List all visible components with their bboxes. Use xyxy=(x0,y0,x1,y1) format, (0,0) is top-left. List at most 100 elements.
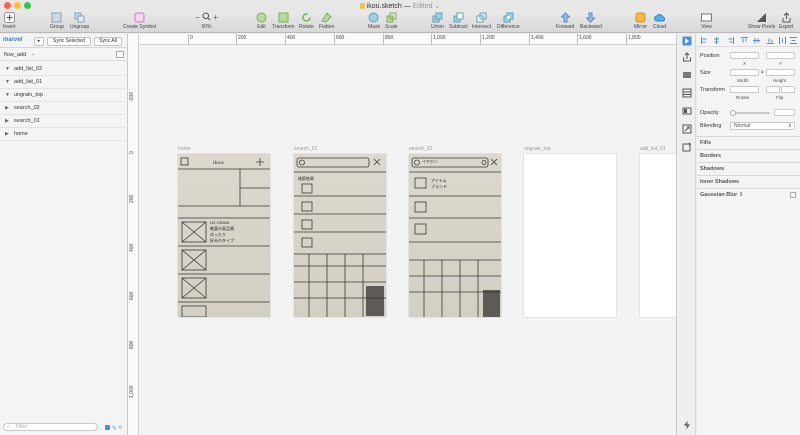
rotate-button[interactable]: Rotate xyxy=(299,12,314,30)
layout-icon[interactable] xyxy=(682,88,692,98)
artboard-search-01[interactable]: 検索結果 xyxy=(294,154,386,317)
fills-section[interactable]: Fills xyxy=(697,136,800,148)
paper-sketch: 検索結果 xyxy=(294,154,386,317)
toolbar: Insert Group Ungroup Create Symbol − + 5… xyxy=(0,11,800,33)
chevron-down-icon: ⌄ xyxy=(432,3,441,10)
zoom-in-button[interactable]: + xyxy=(213,13,218,22)
artboard-title[interactable]: search_01 xyxy=(294,146,317,152)
width-input[interactable] xyxy=(730,69,759,76)
shadows-section[interactable]: Shadows xyxy=(697,162,800,174)
align-center-icon[interactable] xyxy=(713,37,720,44)
paper-sketch: ikou UV GRAIN 軽量の高品質 ゆったり 好みのタイプ xyxy=(178,154,270,317)
device-icon[interactable] xyxy=(682,70,692,80)
disclosure-collapsed-icon[interactable]: ▶ xyxy=(5,115,9,127)
align-left-icon[interactable] xyxy=(701,37,708,44)
ungroup-button[interactable]: Ungroup xyxy=(70,12,89,30)
artboard-title[interactable]: add_list_01 xyxy=(640,146,666,152)
artboard-title[interactable]: ungrain_top xyxy=(524,146,550,152)
artboard-title[interactable]: home xyxy=(178,146,191,152)
share-icon[interactable] xyxy=(682,52,692,62)
union-button[interactable]: Union xyxy=(431,12,444,30)
inner-shadows-section[interactable]: Inner Shadows xyxy=(697,175,800,187)
sketch-app: ikou.sketch — Edited ⌄ Insert Group Ungr… xyxy=(0,0,800,435)
insert-button[interactable]: Insert xyxy=(3,12,16,30)
artboard-search-02[interactable]: イヤホン アイテム ブランド xyxy=(409,154,501,317)
position-y-input[interactable] xyxy=(766,52,795,59)
height-input[interactable] xyxy=(766,69,795,76)
backward-button[interactable]: Backward xyxy=(580,12,602,30)
sync-selected-button[interactable]: Sync Selected xyxy=(47,37,91,46)
lightning-icon[interactable] xyxy=(682,420,692,430)
disclosure-expanded-icon[interactable]: ▼ xyxy=(5,76,10,88)
expand-icon[interactable] xyxy=(682,124,692,134)
layer-row[interactable]: ▼ add_list_02 xyxy=(0,63,128,76)
layer-row[interactable]: ▼ ungrain_top xyxy=(0,89,128,102)
disclosure-collapsed-icon[interactable]: ▶ xyxy=(5,102,9,114)
opacity-slider[interactable] xyxy=(730,112,770,114)
sync-all-button[interactable]: Sync All xyxy=(94,37,122,46)
position-label: Position xyxy=(700,53,720,59)
filter-input[interactable]: Filter xyxy=(3,423,98,431)
canvas[interactable]: 0 200 400 600 800 1,000 1,200 1,400 1,60… xyxy=(128,34,676,435)
prototype-icon[interactable] xyxy=(682,106,692,116)
artboard-home[interactable]: ikou UV GRAIN 軽量の高品質 ゆったり 好みのタイプ xyxy=(178,154,270,317)
distribute-vertical-icon[interactable] xyxy=(790,37,797,44)
plugin-panel-icon[interactable] xyxy=(682,36,692,46)
zoom-out-button[interactable]: − xyxy=(195,13,200,22)
layer-filter-icon[interactable] xyxy=(105,425,110,430)
opacity-slider-knob[interactable] xyxy=(730,110,736,116)
forward-button[interactable]: Forward xyxy=(556,12,574,30)
cloud-button[interactable]: Cloud xyxy=(653,12,666,30)
artboard-add-list-01[interactable] xyxy=(640,154,676,317)
group-button[interactable]: Group xyxy=(50,12,64,30)
flatten-button[interactable]: Flatten xyxy=(319,12,334,30)
x-label: X xyxy=(743,61,747,66)
disclosure-collapsed-icon[interactable]: ▶ xyxy=(5,128,9,140)
align-right-icon[interactable] xyxy=(727,37,734,44)
play-button[interactable]: ▸ xyxy=(34,37,44,46)
layer-row[interactable]: ▼ add_list_01 xyxy=(0,76,128,89)
scale-button[interactable]: Scale xyxy=(385,12,398,30)
disclosure-expanded-icon[interactable]: ▼ xyxy=(5,63,10,75)
cloud-icon xyxy=(654,14,666,22)
artboard-title[interactable]: search_02 xyxy=(409,146,432,152)
align-top-icon[interactable] xyxy=(741,37,748,44)
flip-horizontal-button[interactable] xyxy=(766,86,780,93)
document-name: ikou.sketch xyxy=(366,3,402,10)
flip-vertical-button[interactable] xyxy=(781,86,795,93)
export-button[interactable]: Export xyxy=(779,12,793,30)
disclosure-expanded-icon[interactable]: ▼ xyxy=(5,89,10,101)
align-bottom-icon[interactable] xyxy=(767,37,774,44)
distribute-horizontal-icon[interactable] xyxy=(779,37,786,44)
subtract-button[interactable]: Subtract xyxy=(449,12,468,30)
zoom-control[interactable]: − + 50% xyxy=(193,12,220,30)
add-page-icon[interactable] xyxy=(116,51,124,58)
layer-name: add_list_01 xyxy=(14,79,43,85)
blending-select[interactable]: Normal ⇕ xyxy=(730,122,795,130)
align-middle-icon[interactable] xyxy=(753,37,760,44)
position-x-input[interactable] xyxy=(730,52,759,59)
borders-section[interactable]: Borders xyxy=(697,149,800,161)
transform-button[interactable]: Transform xyxy=(272,12,295,30)
opacity-input[interactable] xyxy=(774,109,795,116)
add-frame-icon[interactable] xyxy=(682,142,692,152)
gaussian-blur-checkbox[interactable] xyxy=(790,192,796,198)
mirror-button[interactable]: Mirror xyxy=(634,12,647,30)
union-icon xyxy=(432,12,443,23)
layer-row[interactable]: ▶ search_02 xyxy=(0,102,128,115)
intersect-button[interactable]: Intersect xyxy=(472,12,491,30)
layer-row[interactable]: ▶ search_01 xyxy=(0,115,128,128)
view-button[interactable]: View xyxy=(701,12,712,30)
edit-button[interactable]: Edit xyxy=(256,12,267,30)
show-pixels-button[interactable]: Show Pixels xyxy=(748,12,775,30)
create-symbol-button[interactable]: Create Symbol xyxy=(123,12,156,30)
edit-filter-icon[interactable]: ✎ xyxy=(112,425,117,432)
artboard-ungrain-top[interactable] xyxy=(524,154,616,317)
rotate-input[interactable] xyxy=(730,86,759,93)
mask-button[interactable]: Mask xyxy=(368,12,380,30)
page-selector[interactable]: flow_add ⌄ xyxy=(0,49,128,61)
lock-icon[interactable]: 🔒︎ xyxy=(761,69,764,75)
layer-row[interactable]: ▶ home xyxy=(0,128,128,141)
difference-button[interactable]: Difference xyxy=(497,12,520,30)
gaussian-blur-section[interactable]: Gaussian Blur ⇕ xyxy=(697,188,800,200)
